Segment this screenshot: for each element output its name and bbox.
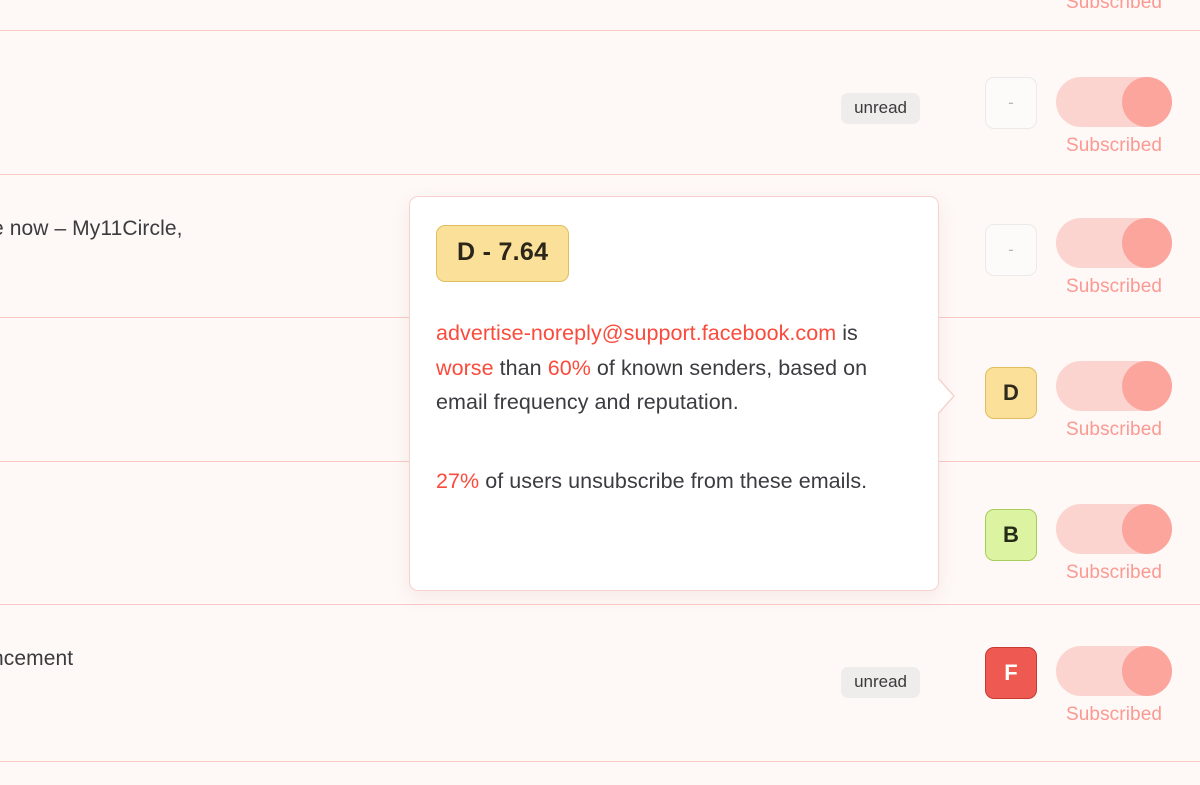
table-row[interactable]: Subscribed: [0, 0, 1200, 31]
subscription-toggle-wrap: Subscribed: [1056, 77, 1172, 157]
toggle-status-label: Subscribed: [1065, 135, 1163, 156]
toggle-status-label: Subscribed: [1065, 0, 1163, 13]
toggle-status-label: Subscribed: [1065, 276, 1163, 297]
tooltip-arrow: [936, 377, 953, 415]
text-worse: worse: [436, 355, 494, 380]
subscription-toggle[interactable]: [1056, 218, 1172, 268]
toggle-status-label: Subscribed: [1065, 419, 1163, 440]
percent-unsubscribe: 27%: [436, 468, 480, 493]
subscription-toggle[interactable]: [1056, 361, 1172, 411]
subscription-toggle-wrap: Subscribed: [1056, 361, 1172, 441]
subscription-toggle-wrap: Subscribed: [1056, 646, 1172, 726]
tooltip-body: advertise-noreply@support.facebook.com i…: [436, 316, 914, 498]
subscription-toggle[interactable]: [1056, 77, 1172, 127]
grade-badge[interactable]: D: [985, 367, 1037, 419]
toggle-knob: [1122, 504, 1172, 554]
toggle-knob: [1122, 77, 1172, 127]
subscription-toggle[interactable]: [1056, 504, 1172, 554]
subscription-toggle-wrap: Subscribed: [1056, 0, 1172, 14]
grade-badge[interactable]: -: [985, 77, 1037, 129]
sender-email: advertise-noreply@support.facebook.com: [436, 321, 837, 345]
status-badge: unread: [841, 93, 920, 124]
status-badge: unread: [841, 667, 920, 698]
toggle-status-label: Subscribed: [1065, 704, 1163, 725]
table-row[interactable]: unread - Subscribed: [0, 31, 1200, 175]
table-row[interactable]: [0, 762, 1200, 785]
subscription-toggle-wrap: Subscribed: [1056, 504, 1172, 584]
sender-score-tooltip: D - 7.64 advertise-noreply@support.faceb…: [409, 196, 955, 591]
text-is: is: [836, 321, 858, 345]
table-row[interactable]: ncement unread F Subscribed: [0, 605, 1200, 762]
toggle-knob: [1122, 646, 1172, 696]
email-subject[interactable]: e now – My11Circle,: [0, 217, 183, 241]
percent-known-senders: 60%: [547, 355, 591, 380]
email-subject[interactable]: ncement: [0, 647, 73, 671]
toggle-knob: [1122, 218, 1172, 268]
grade-badge[interactable]: -: [985, 224, 1037, 276]
tooltip-paragraph-reputation: advertise-noreply@support.facebook.com i…: [436, 316, 914, 420]
tooltip-paragraph-unsubscribe: 27% of users unsubscribe from these emai…: [436, 464, 914, 499]
subscription-toggle-wrap: Subscribed: [1056, 218, 1172, 298]
text-than: than: [493, 355, 548, 380]
sender-score-chip: D - 7.64: [436, 225, 570, 282]
toggle-knob: [1122, 361, 1172, 411]
grade-badge[interactable]: F: [985, 647, 1037, 699]
subscription-toggle[interactable]: [1056, 646, 1172, 696]
text-unsubscribe: of users unsubscribe from these emails.: [479, 468, 868, 493]
toggle-status-label: Subscribed: [1065, 562, 1163, 583]
grade-badge[interactable]: B: [985, 509, 1037, 561]
